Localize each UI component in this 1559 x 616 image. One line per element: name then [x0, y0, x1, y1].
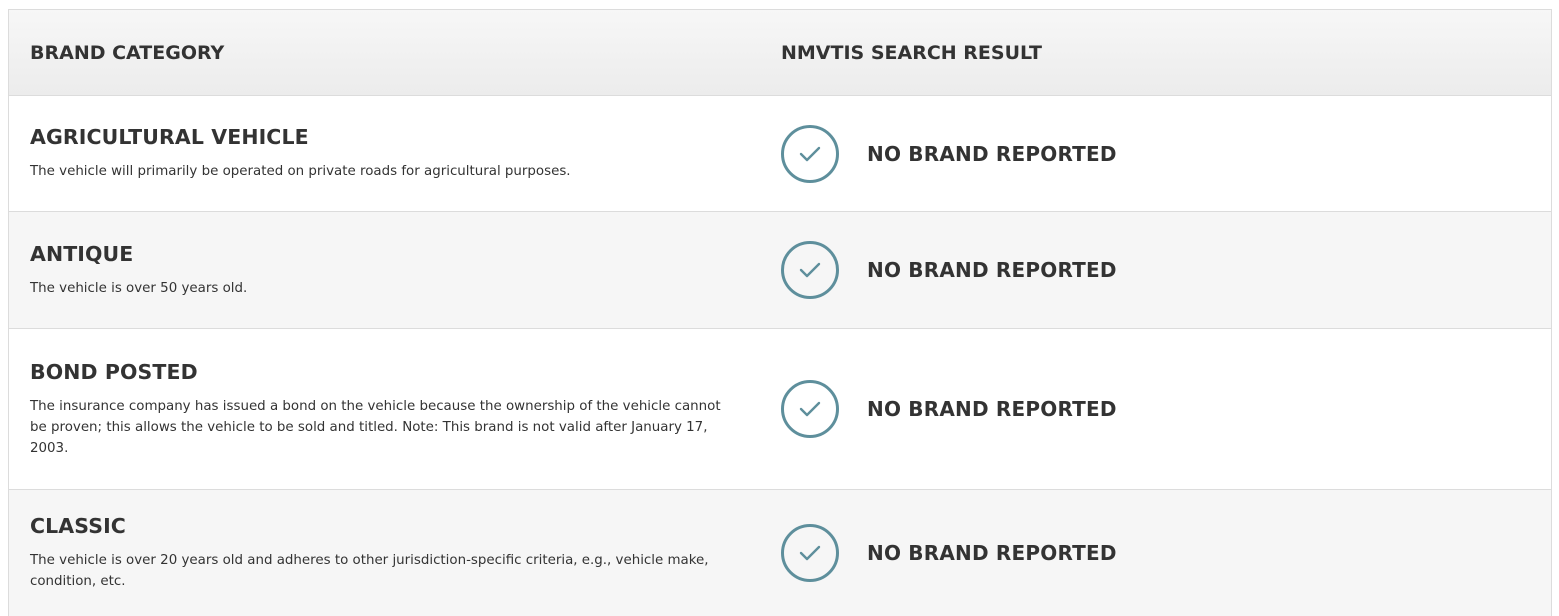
category-cell: CLASSIC The vehicle is over 20 years old… [9, 514, 781, 592]
check-circle-icon [781, 124, 839, 183]
column-header-brand-category: BRAND CATEGORY [30, 41, 225, 64]
category-description: The vehicle is over 20 years old and adh… [30, 553, 709, 589]
check-circle-icon [781, 241, 839, 299]
column-header-nmvtis-result: NMVTIS SEARCH RESULT [781, 41, 1042, 64]
category-title: CLASSIC [30, 514, 126, 538]
result-status: NO BRAND REPORTED [867, 258, 1117, 282]
category-title: ANTIQUE [30, 241, 134, 266]
result-status: NO BRAND REPORTED [867, 141, 1117, 166]
check-circle-icon [781, 524, 839, 582]
category-cell: BOND POSTED The insurance company has is… [9, 360, 781, 459]
table-row: AGRICULTURAL VEHICLE The vehicle will pr… [9, 96, 1551, 212]
result-cell: NO BRAND REPORTED [781, 124, 1117, 183]
brand-check-table: BRAND CATEGORY NMVTIS SEARCH RESULT AGRI… [8, 9, 1552, 616]
result-cell: NO BRAND REPORTED [781, 380, 1117, 438]
result-status: NO BRAND REPORTED [867, 541, 1117, 565]
category-title: BOND POSTED [30, 359, 198, 384]
table-header: BRAND CATEGORY NMVTIS SEARCH RESULT [9, 10, 1551, 96]
table-row: BOND POSTED The insurance company has is… [9, 329, 1551, 490]
category-description: The vehicle is over 50 years old. [30, 280, 248, 296]
table-row: ANTIQUE The vehicle is over 50 years old… [9, 212, 1551, 329]
result-status: NO BRAND REPORTED [867, 397, 1117, 421]
result-cell: NO BRAND REPORTED [781, 524, 1117, 582]
table-row: CLASSIC The vehicle is over 20 years old… [9, 490, 1551, 616]
category-cell: ANTIQUE The vehicle is over 50 years old… [9, 242, 781, 299]
category-description: The vehicle will primarily be operated o… [30, 164, 571, 179]
category-title: AGRICULTURAL VEHICLE [30, 125, 309, 149]
category-cell: AGRICULTURAL VEHICLE The vehicle will pr… [9, 125, 781, 182]
category-description: The insurance company has issued a bond … [30, 398, 721, 456]
result-cell: NO BRAND REPORTED [781, 241, 1117, 299]
check-circle-icon [781, 380, 839, 438]
